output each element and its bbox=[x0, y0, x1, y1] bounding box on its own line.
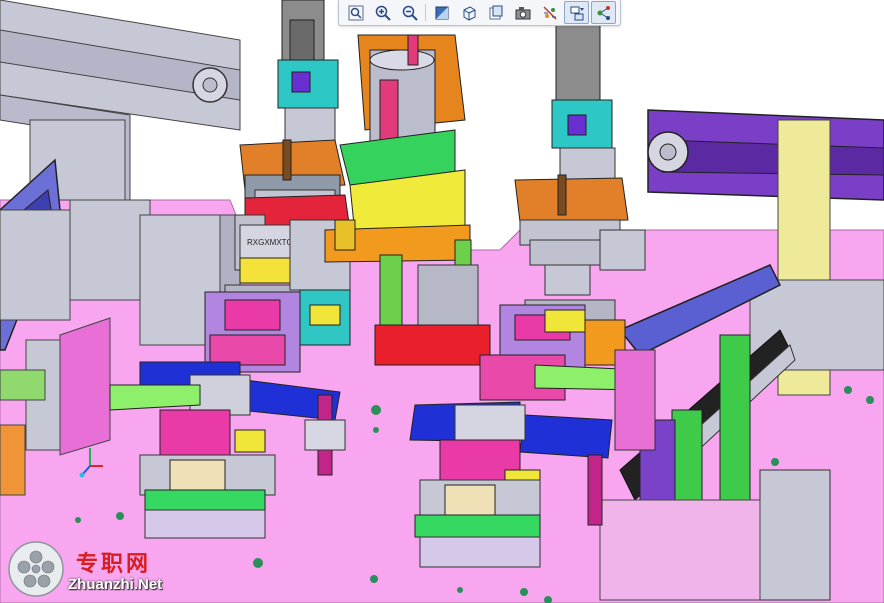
toolbar-separator bbox=[425, 4, 426, 21]
zoom-fit-icon bbox=[348, 5, 363, 20]
capture-button[interactable] bbox=[510, 1, 535, 24]
view-toolbar bbox=[338, 0, 621, 26]
display-style-icon bbox=[570, 6, 584, 20]
site-watermark: 专职网 Zhuanzhi.Net bbox=[6, 538, 196, 600]
zoom-out-icon bbox=[402, 5, 418, 21]
section-view-icon bbox=[489, 5, 502, 19]
zoom-in-icon bbox=[375, 5, 391, 21]
show-hide-icon bbox=[542, 5, 557, 20]
globe-logo-icon bbox=[8, 541, 64, 597]
3d-viewport[interactable]: RXGXMXTGH 专职网 Zhuanzhi.Net bbox=[0, 0, 884, 603]
cube-icon bbox=[463, 5, 475, 21]
shading-icon bbox=[435, 6, 448, 19]
zoom-in-button[interactable] bbox=[370, 1, 395, 24]
watermark-url-text: Zhuanzhi.Net bbox=[68, 576, 163, 593]
relations-icon bbox=[597, 5, 610, 20]
camera-icon bbox=[515, 6, 530, 19]
zoom-out-button[interactable] bbox=[397, 1, 422, 24]
relations-button[interactable] bbox=[591, 1, 616, 24]
section-view-button[interactable] bbox=[483, 1, 508, 24]
watermark-chinese-text: 专职网 bbox=[76, 552, 152, 577]
view-orientation-button[interactable] bbox=[456, 1, 481, 24]
zoom-fit-button[interactable] bbox=[343, 1, 368, 24]
shading-button[interactable] bbox=[429, 1, 454, 24]
display-style-button[interactable] bbox=[564, 1, 589, 24]
show-hide-button[interactable] bbox=[537, 1, 562, 24]
assembly-model[interactable]: RXGXMXTGH bbox=[0, 0, 884, 603]
